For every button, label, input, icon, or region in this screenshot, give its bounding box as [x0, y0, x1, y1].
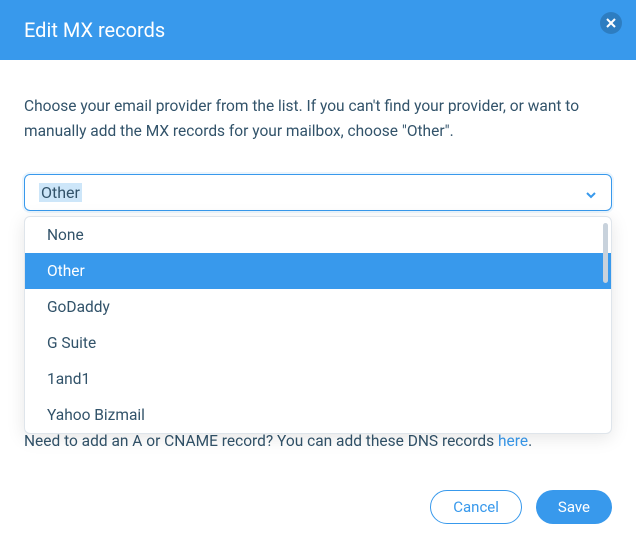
option-none[interactable]: None [25, 217, 611, 253]
option-yahoo-bizmail[interactable]: Yahoo Bizmail [25, 397, 611, 433]
chevron-down-icon [585, 186, 597, 198]
cancel-button[interactable]: Cancel [430, 490, 522, 524]
provider-select-wrapper: Other None Other GoDaddy G Suite 1and1 Y… [24, 174, 612, 211]
footer-hint: Need to add an A or CNAME record? You ca… [24, 432, 612, 450]
provider-select[interactable]: Other [24, 174, 612, 211]
footer-hint-prefix: Need to add an A or CNAME record? You ca… [24, 432, 498, 450]
option-1and1[interactable]: 1and1 [25, 361, 611, 397]
close-button[interactable] [600, 12, 622, 34]
description-text: Choose your email provider from the list… [24, 94, 612, 144]
provider-select-value: Other [39, 183, 82, 202]
modal-body: Choose your email provider from the list… [0, 60, 636, 235]
modal-actions: Cancel Save [430, 490, 612, 524]
provider-dropdown: None Other GoDaddy G Suite 1and1 Yahoo B… [24, 216, 612, 434]
dropdown-list: None Other GoDaddy G Suite 1and1 Yahoo B… [25, 217, 611, 433]
dropdown-scrollbar[interactable] [603, 223, 608, 283]
close-icon [606, 18, 616, 28]
modal-header: Edit MX records [0, 0, 636, 60]
option-godaddy[interactable]: GoDaddy [25, 289, 611, 325]
edit-mx-modal: Edit MX records Choose your email provid… [0, 0, 636, 548]
dns-records-link[interactable]: here [498, 432, 528, 450]
option-gsuite[interactable]: G Suite [25, 325, 611, 361]
footer-hint-suffix: . [528, 432, 532, 450]
modal-title: Edit MX records [24, 18, 165, 42]
option-other[interactable]: Other [25, 253, 611, 289]
save-button[interactable]: Save [536, 490, 612, 524]
